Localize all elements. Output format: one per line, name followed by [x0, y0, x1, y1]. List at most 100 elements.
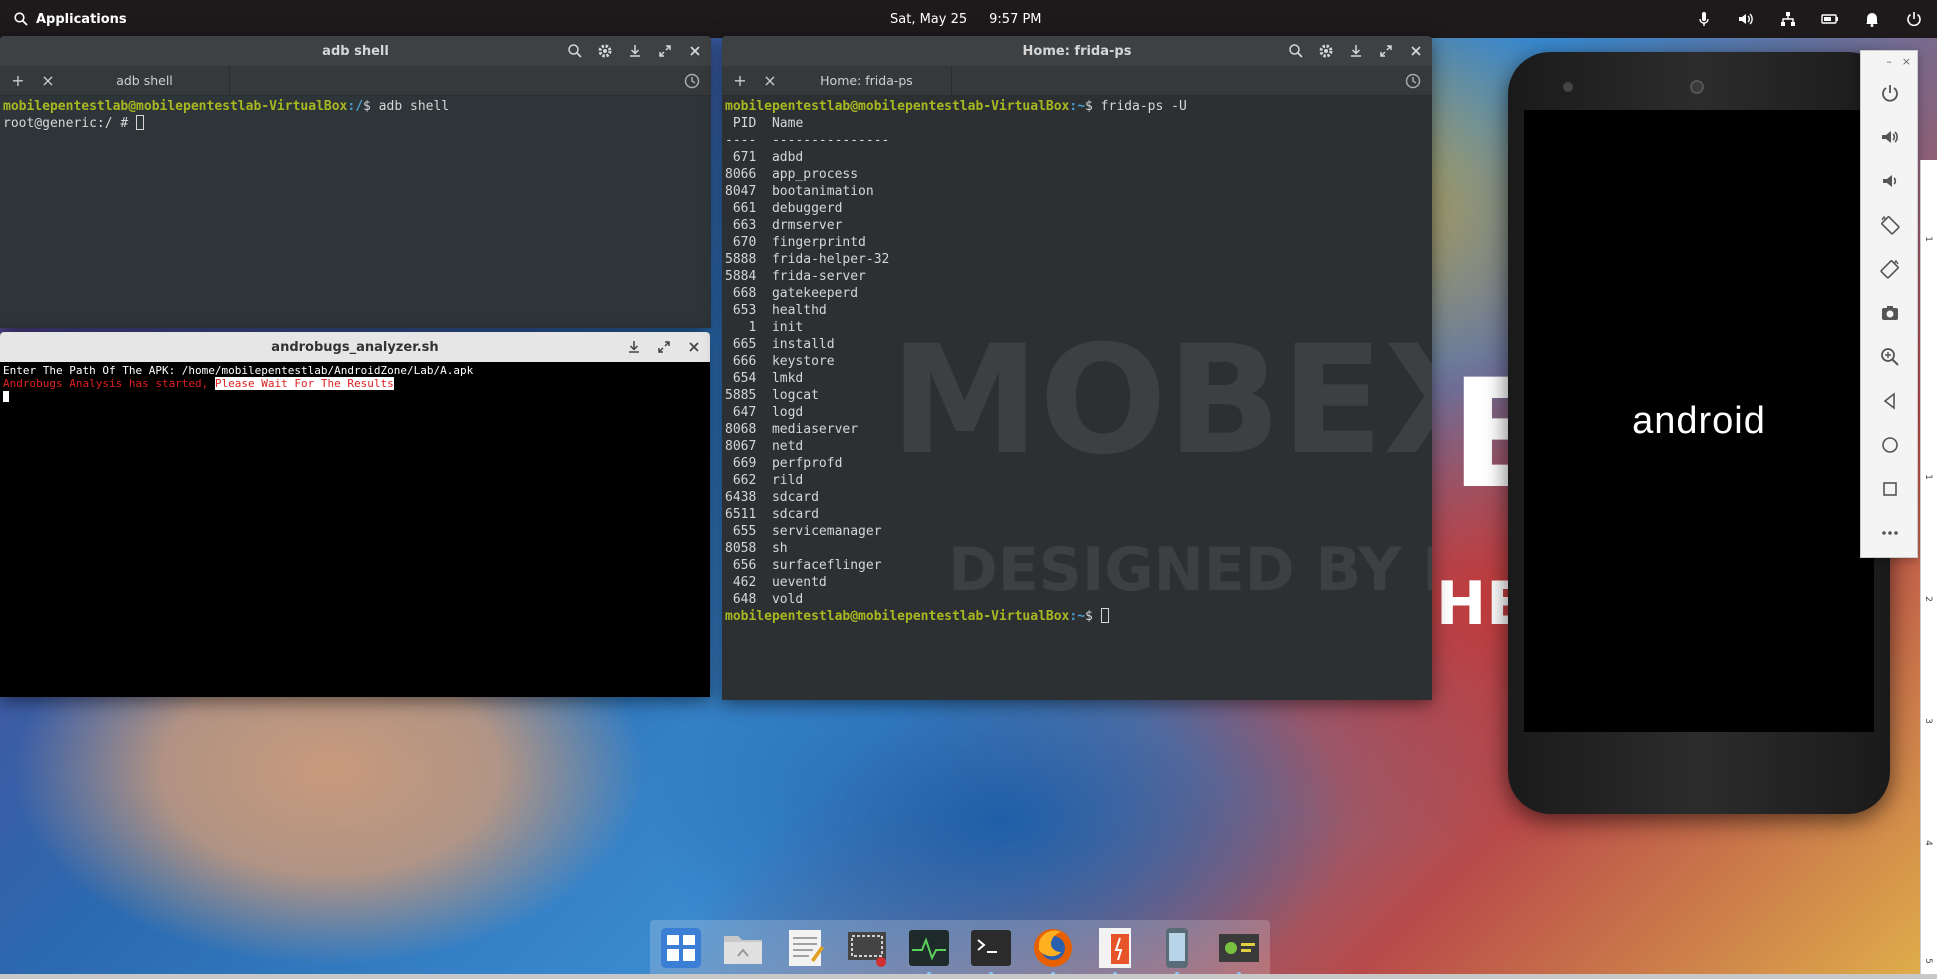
network-icon[interactable]: [1779, 10, 1797, 28]
process-name: healthd: [771, 303, 827, 318]
history-icon[interactable]: [1404, 72, 1422, 90]
search-icon: [14, 12, 28, 26]
process-name: lmkd: [771, 371, 804, 386]
android-emulator-device[interactable]: android: [1508, 52, 1890, 814]
new-tab-button[interactable]: +: [6, 69, 30, 93]
emulator-screen[interactable]: android: [1524, 110, 1874, 732]
process-row: 462 ueventd: [725, 575, 827, 590]
process-name: bootanimation: [771, 184, 874, 199]
frida-terminal-output[interactable]: MOBEXL DESIGNED BY ENCIP mobilepentestlab@…: [722, 96, 1432, 700]
process-name: gatekeeperd: [771, 286, 859, 301]
process-row: 666 keystore: [725, 354, 835, 369]
dock-text-editor[interactable]: [779, 922, 831, 974]
ruler-number: 4: [1922, 840, 1933, 846]
download-icon[interactable]: [627, 43, 643, 59]
header-name: Name: [771, 116, 804, 131]
applications-label: Applications: [36, 11, 127, 27]
back-icon: [1883, 392, 1895, 410]
power-button[interactable]: [1861, 71, 1919, 115]
dock-android-emulator[interactable]: [1151, 922, 1203, 976]
download-icon[interactable]: [1348, 43, 1364, 59]
process-row: 647 logd: [725, 405, 803, 420]
settings-gear-icon[interactable]: [597, 43, 613, 59]
frida-tabbar: + × Home: frida-ps: [722, 65, 1432, 96]
settings-gear-icon[interactable]: [1318, 43, 1334, 59]
bottom-strip: [0, 974, 1937, 979]
dock-terminal[interactable]: [965, 922, 1017, 976]
volume-icon[interactable]: [1737, 10, 1755, 28]
more-button[interactable]: [1861, 511, 1919, 555]
datetime-indicator[interactable]: Sat, May 25 9:57 PM: [890, 0, 1042, 38]
new-tab-button[interactable]: +: [728, 69, 752, 93]
dock-multitasking-view[interactable]: [655, 922, 707, 974]
front-camera: [1690, 80, 1704, 94]
androbugs-terminal-output[interactable]: Enter The Path Of The APK: /home/mobilep…: [0, 362, 710, 697]
header-pid: PID: [732, 116, 757, 131]
volume-up-button[interactable]: [1861, 115, 1919, 159]
text-cursor: [1100, 608, 1109, 623]
side-ruler: 1 1 2 3 4 5: [1920, 160, 1937, 979]
history-icon[interactable]: [683, 72, 701, 90]
close-icon[interactable]: [1408, 43, 1424, 59]
maximize-icon[interactable]: [656, 339, 672, 355]
firefox-icon: [1034, 929, 1072, 967]
volume-down-button[interactable]: [1861, 159, 1919, 203]
overview-button[interactable]: [1861, 467, 1919, 511]
text-cursor: [3, 391, 9, 402]
screenshot-button[interactable]: [1861, 291, 1919, 335]
microphone-icon[interactable]: [1695, 10, 1713, 28]
close-tab-button[interactable]: ×: [758, 69, 782, 93]
ruler-number: 2: [1922, 596, 1933, 602]
close-tab-button[interactable]: ×: [36, 69, 60, 93]
process-name: adbd: [771, 150, 804, 165]
process-name: surfaceflinger: [771, 558, 882, 573]
androbugs-window[interactable]: androbugs_analyzer.sh Enter The Path Of …: [0, 332, 710, 697]
androbugs-titlebar[interactable]: androbugs_analyzer.sh: [0, 332, 710, 362]
process-pid: 8058: [725, 541, 757, 556]
dock-system-monitor[interactable]: [903, 922, 955, 976]
maximize-icon[interactable]: [1378, 43, 1394, 59]
back-button[interactable]: [1861, 379, 1919, 423]
process-name: logd: [771, 405, 804, 420]
overview-icon: [1883, 482, 1897, 496]
search-icon[interactable]: [567, 43, 583, 59]
search-icon[interactable]: [1288, 43, 1304, 59]
close-icon[interactable]: [686, 339, 702, 355]
adb-shell-window[interactable]: adb shell + × adb shell mobilepentestlab…: [0, 36, 711, 328]
frida-titlebar[interactable]: Home: frida-ps: [722, 36, 1432, 66]
dock-firefox[interactable]: [1027, 922, 1079, 976]
please-wait-text: Please Wait For The Results: [214, 377, 394, 390]
power-icon[interactable]: [1905, 10, 1923, 28]
window-title: adb shell: [322, 43, 389, 59]
dock-androbugs[interactable]: [1213, 922, 1265, 976]
notification-bell-icon[interactable]: [1863, 10, 1881, 28]
close-button[interactable]: ×: [1902, 55, 1911, 68]
dock-files[interactable]: [717, 922, 769, 974]
process-row: 8047 bootanimation: [725, 184, 874, 199]
minimize-button[interactable]: –: [1886, 55, 1892, 68]
home-button[interactable]: [1861, 423, 1919, 467]
frida-ps-window[interactable]: Home: frida-ps + × Home: frida-ps MOBEXL…: [722, 36, 1432, 700]
android-emulator-icon: [1166, 928, 1188, 968]
process-row: 662 rild: [725, 473, 803, 488]
battery-icon[interactable]: [1821, 10, 1839, 28]
tab-frida-ps[interactable]: Home: frida-ps: [782, 65, 952, 96]
process-pid: 661: [732, 201, 757, 216]
dock-screenshot[interactable]: [841, 922, 893, 974]
adb-terminal-output[interactable]: mobilepentestlab@mobilepentestlab-Virtua…: [0, 96, 711, 328]
process-name: sdcard: [771, 507, 819, 522]
dock-burp-suite[interactable]: [1089, 922, 1141, 976]
prompt-path: :/: [347, 99, 364, 114]
process-pid: 669: [732, 456, 757, 471]
download-icon[interactable]: [626, 339, 642, 355]
power-icon: [1882, 85, 1898, 102]
maximize-icon[interactable]: [657, 43, 673, 59]
rotate-left-button[interactable]: [1861, 203, 1919, 247]
tab-adb-shell[interactable]: adb shell: [60, 65, 230, 96]
zoom-button[interactable]: [1861, 335, 1919, 379]
time-label: 9:57 PM: [989, 11, 1042, 27]
applications-menu[interactable]: Applications: [14, 0, 127, 38]
close-icon[interactable]: [687, 43, 703, 59]
rotate-right-button[interactable]: [1861, 247, 1919, 291]
adb-titlebar[interactable]: adb shell: [0, 36, 711, 66]
